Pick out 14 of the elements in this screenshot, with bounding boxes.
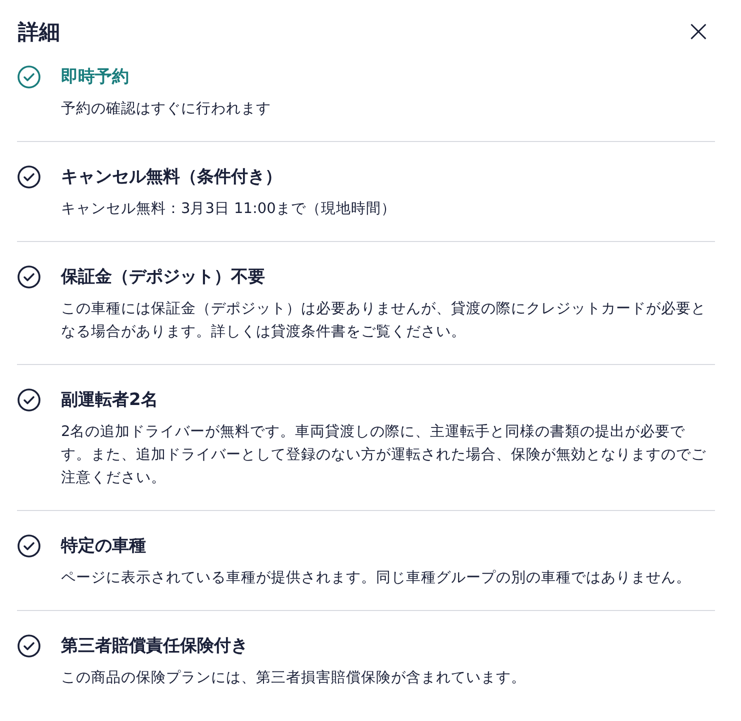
feature-description: この商品の保険プランには、第三者損害賠償保険が含まれています。 xyxy=(61,668,527,688)
close-button[interactable]: × xyxy=(682,17,715,47)
feature-title: 保証金（デポジット）不要 xyxy=(61,266,266,288)
feature-title: 副運転者2名 xyxy=(61,389,159,411)
feature-title: 即時予約 xyxy=(61,66,130,88)
feature-title: 第三者賠償責任保険付き xyxy=(61,635,249,657)
feature-description: ページに表示されている車種が提供されます。同じ車種グループの別の車種ではありません。 xyxy=(61,568,692,588)
feature-title: 特定の車種 xyxy=(61,535,147,557)
feature-title: キャンセル無料（条件付き） xyxy=(61,166,283,188)
feature-description: この車種には保証金（デポジット）は必要ありませんが、貸渡の際にクレジットカードが必要となる場合があります。詳しくは貸渡条件書をご覧ください。 xyxy=(61,300,707,342)
feature-description: 予約の確認はすぐに行われます xyxy=(61,100,272,119)
feature-description: キャンセル無料：3月3日 11:00まで（現地時間） xyxy=(61,200,397,219)
panel-title: 詳細 xyxy=(18,19,60,46)
feature-description: 2名の追加ドライバーが無料です。車両貸渡しの際に、主運転手と同様の書類の提出が必要です。また、追加ドライバーとして登録のない方が運転された場合、保険が無効となりますのでご注意ください。 xyxy=(61,422,707,488)
